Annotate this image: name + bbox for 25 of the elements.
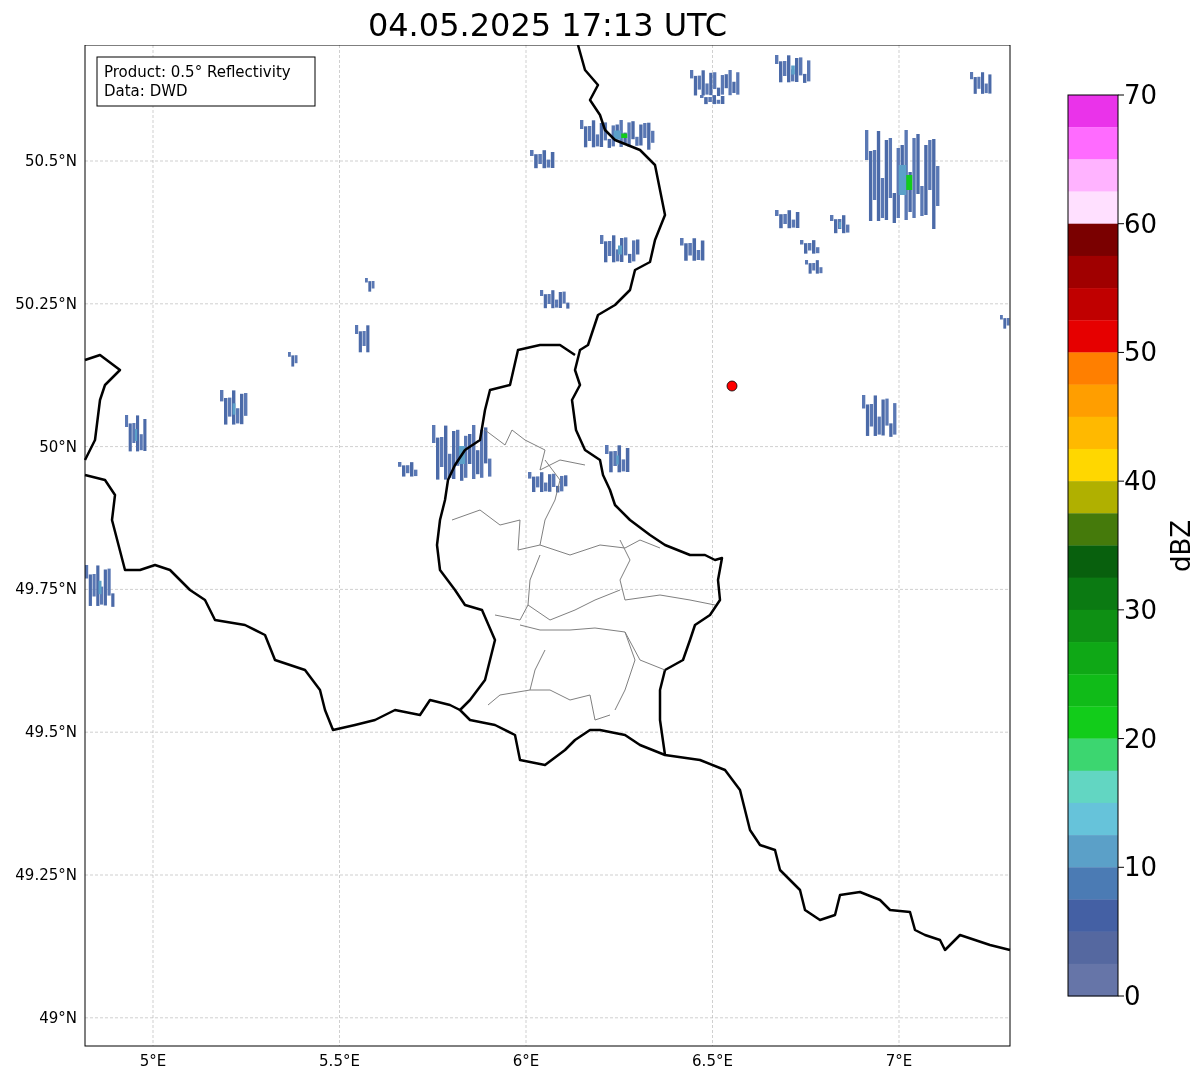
colorbar-tick-label: 40 bbox=[1124, 466, 1158, 497]
colorbar-label: dBZ bbox=[1166, 519, 1196, 573]
legend-text: Data: DWD bbox=[104, 82, 188, 100]
y-axis-label: 49.5°N bbox=[24, 723, 77, 742]
colorbar-tick-label: 10 bbox=[1124, 852, 1158, 883]
colorbar-tick-label: 60 bbox=[1124, 208, 1158, 239]
colorbar-tick-label: 70 bbox=[1124, 80, 1158, 110]
y-axis-label: 49.75°N bbox=[15, 580, 77, 599]
x-axis-label: 5°E bbox=[139, 1052, 167, 1070]
colorbar-tick-label: 30 bbox=[1124, 594, 1158, 625]
x-axis-label: 5.5°E bbox=[319, 1052, 360, 1070]
colorbar-tick-label: 50 bbox=[1124, 337, 1158, 368]
colorbar-tick-label: 0 bbox=[1124, 981, 1141, 1011]
x-axis-label: 6.5°E bbox=[692, 1052, 733, 1070]
y-axis-label: 50.25°N bbox=[15, 294, 77, 313]
y-axis-label: 49°N bbox=[39, 1008, 77, 1027]
legend-text: Product: 0.5° Reflectivity bbox=[104, 63, 291, 81]
radar-site-marker bbox=[726, 380, 738, 392]
y-axis-label: 50.5°N bbox=[24, 152, 77, 170]
y-axis-label: 49.25°N bbox=[15, 866, 77, 884]
y-axis-label: 50°N bbox=[39, 437, 77, 456]
colorbar-tick-label: 20 bbox=[1124, 723, 1158, 754]
x-axis-label: 6°E bbox=[512, 1052, 540, 1070]
chart-title: 04.05.2025 17:13 UTC bbox=[366, 5, 729, 45]
x-axis-label: 7°E bbox=[885, 1052, 913, 1070]
